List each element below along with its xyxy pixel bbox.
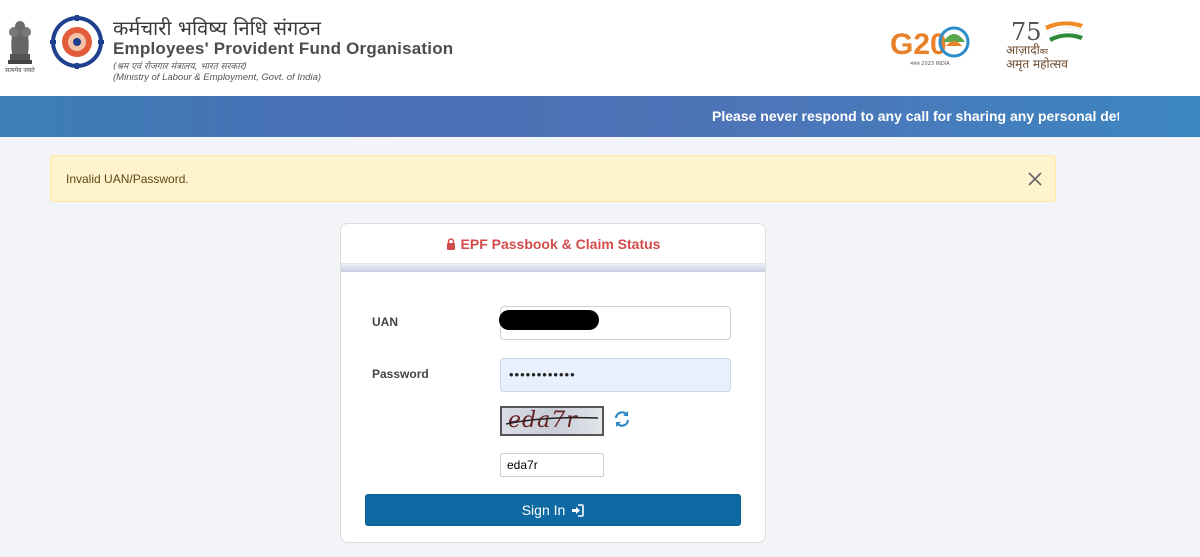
site-header: सत्यमेव जयते कर्मचारी भविष्य निधि संगठन …: [0, 0, 1200, 96]
password-input[interactable]: ••••••••••••: [500, 358, 731, 392]
login-card: EPF Passbook & Claim Status UAN Password…: [340, 223, 766, 543]
lock-icon: [446, 238, 455, 250]
azadi-line2: अमृत महोत्सव: [1006, 57, 1068, 71]
emblem-caption: सत्यमेव जयते: [5, 67, 35, 74]
refresh-icon[interactable]: [613, 410, 631, 428]
notice-marquee-bar: Please never respond to any call for sha…: [0, 96, 1200, 137]
captcha-strike-line: [505, 416, 599, 425]
uan-redaction: [499, 310, 599, 330]
alert-message: Invalid UAN/Password.: [66, 172, 189, 186]
g20-logo-text: G20: [890, 28, 947, 61]
sign-in-icon: [572, 503, 585, 517]
org-name-hindi: कर्मचारी भविष्य निधि संगठन: [113, 16, 321, 40]
azadi-line1: आज़ादी: [1006, 43, 1040, 57]
close-icon[interactable]: [1025, 169, 1045, 189]
g20-tagline: भारत 2023 INDIA: [910, 61, 950, 67]
sign-in-button[interactable]: Sign In: [365, 494, 741, 526]
uan-label: UAN: [372, 315, 398, 329]
captcha-image: eda7r: [500, 406, 604, 436]
card-divider-band: [341, 264, 765, 272]
azadi-ka: का: [1039, 47, 1048, 56]
org-subtitle-hindi: (श्रम एवं रोजगार मंत्रालय, भारत सरकार): [113, 62, 247, 72]
epfo-logo-icon: [50, 15, 104, 69]
org-subtitle-english: (Ministry of Labour & Employment, Govt. …: [113, 72, 322, 83]
captcha-input[interactable]: [500, 453, 604, 477]
password-label: Password: [372, 367, 429, 381]
azadi-number: 75: [1011, 18, 1042, 46]
azadi-tagline: आज़ादीका अमृत महोत्सव: [1006, 44, 1068, 71]
sign-in-label: Sign In: [521, 502, 566, 518]
login-card-header: EPF Passbook & Claim Status: [341, 224, 765, 264]
org-name-english: Employees' Provident Fund Organisation: [113, 39, 454, 58]
error-alert: Invalid UAN/Password.: [50, 155, 1056, 202]
login-card-title-text: EPF Passbook & Claim Status: [460, 236, 661, 252]
login-card-title: EPF Passbook & Claim Status: [341, 236, 765, 252]
notice-marquee-text: Please never respond to any call for sha…: [712, 108, 1119, 124]
